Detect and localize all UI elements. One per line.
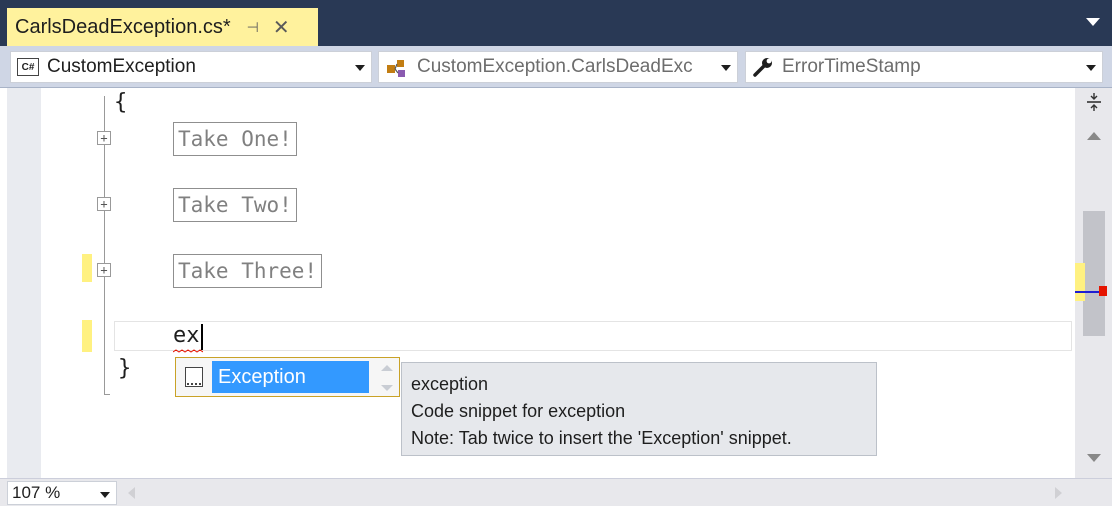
change-map-marker <box>1075 263 1085 301</box>
close-icon[interactable]: ✕ <box>273 15 290 40</box>
tooltip-title: exception <box>411 374 489 394</box>
tooltip-note: Note: Tab twice to insert the 'Exception… <box>411 428 792 448</box>
zoom-dropdown[interactable]: 107 % <box>7 481 117 505</box>
text-caret <box>201 324 203 350</box>
project-dropdown[interactable]: C# CustomException <box>10 51 372 83</box>
vertical-scrollbar[interactable] <box>1075 88 1112 478</box>
completion-item-exception[interactable]: Exception <box>212 361 369 393</box>
scroll-down-icon[interactable] <box>1087 454 1101 462</box>
member-dropdown-value: ErrorTimeStamp <box>782 56 921 77</box>
scrollbar-thumb[interactable] <box>1083 211 1105 336</box>
quick-info-tooltip: exception Code snippet for exception Not… <box>401 362 877 456</box>
code-snippet-icon <box>185 367 203 387</box>
editor-bottom-bar: 107 % <box>0 478 1112 506</box>
completion-scrollbar[interactable] <box>376 362 396 394</box>
outline-guide-end <box>104 394 110 395</box>
csharp-file-icon: C# <box>17 58 39 76</box>
type-dropdown[interactable]: CustomException.CarlsDeadExc <box>378 51 738 83</box>
scroll-right-icon[interactable] <box>1055 487 1062 499</box>
type-dropdown-value: CustomException.CarlsDeadExc <box>417 56 693 77</box>
document-tab[interactable]: CarlsDeadException.cs* ⊣ ✕ <box>7 8 318 46</box>
error-squiggle <box>173 349 203 353</box>
scroll-left-icon[interactable] <box>128 487 135 499</box>
change-marker <box>82 320 92 352</box>
completion-list[interactable]: Exception <box>175 357 400 397</box>
close-brace: } <box>118 356 132 381</box>
change-marker <box>82 254 92 282</box>
chevron-down-icon <box>721 65 731 71</box>
tooltip-description: Code snippet for exception <box>411 401 626 421</box>
project-dropdown-value: CustomException <box>47 56 196 77</box>
class-member-icon <box>387 60 405 77</box>
chevron-down-icon <box>100 492 110 498</box>
chevron-down-icon <box>1086 65 1096 71</box>
split-window-icon[interactable] <box>1087 93 1101 111</box>
selection-margin[interactable] <box>7 88 41 478</box>
navigation-bar: C# CustomException CustomException.Carls… <box>0 46 1112 88</box>
chevron-down-icon <box>355 65 365 71</box>
expand-icon[interactable]: + <box>97 131 111 145</box>
scroll-up-icon[interactable] <box>381 365 393 371</box>
open-brace: { <box>114 90 128 115</box>
tab-title: CarlsDeadException.cs* <box>15 15 231 38</box>
scroll-down-icon[interactable] <box>381 385 393 391</box>
collapsed-region[interactable]: Take Three! <box>173 254 323 288</box>
zoom-value: 107 % <box>12 483 61 502</box>
document-tab-bar: CarlsDeadException.cs* ⊣ ✕ <box>0 0 1112 46</box>
expand-icon[interactable]: + <box>97 263 111 277</box>
scroll-up-icon[interactable] <box>1087 132 1101 140</box>
tab-overflow-dropdown-icon[interactable] <box>1086 18 1100 26</box>
collapsed-region[interactable]: Take One! <box>173 122 297 156</box>
expand-icon[interactable]: + <box>97 197 111 211</box>
error-map-marker <box>1099 286 1107 296</box>
pin-icon[interactable]: ⊣ <box>247 19 259 36</box>
current-line-highlight <box>114 321 1072 351</box>
typed-text[interactable]: ex <box>173 323 200 348</box>
collapsed-region[interactable]: Take Two! <box>173 188 297 222</box>
member-dropdown[interactable]: ErrorTimeStamp <box>745 51 1103 83</box>
wrench-icon <box>753 58 772 77</box>
